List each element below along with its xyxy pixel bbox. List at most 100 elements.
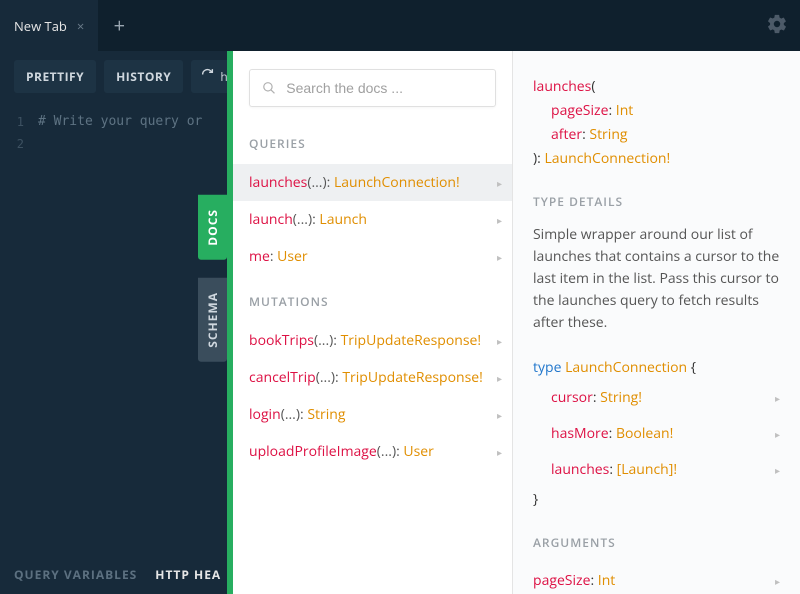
query-return-type: Launch	[319, 210, 367, 229]
tab-new[interactable]: New Tab ×	[0, 0, 98, 51]
chevron-right-icon: ▸	[775, 574, 780, 588]
chevron-right-icon: ▸	[775, 422, 780, 446]
type-definition: type LaunchConnection { cursor: String! …	[533, 356, 780, 512]
chevron-right-icon: ▸	[775, 458, 780, 482]
type-field-hasmore[interactable]: hasMore: Boolean! ▸	[533, 416, 780, 452]
http-headers-tab[interactable]: HTTP HEA	[155, 566, 221, 583]
type-name: LaunchConnection	[565, 358, 687, 377]
mutation-return-type: String	[307, 405, 345, 424]
sig-name: launches	[533, 77, 591, 96]
chevron-right-icon: ▸	[497, 371, 502, 385]
mutation-row-booktrips[interactable]: bookTrips(...): TripUpdateResponse! ▸	[233, 322, 512, 359]
docs-panel: QUERIES launches(...): LaunchConnection!…	[227, 51, 800, 594]
query-args: (...)	[293, 210, 312, 229]
mutation-return-type: TripUpdateResponse!	[341, 331, 481, 350]
sig-arg-type: Int	[616, 101, 634, 120]
mutation-row-canceltrip[interactable]: cancelTrip(...): TripUpdateResponse! ▸	[233, 359, 512, 396]
docs-tab[interactable]: DOCS	[198, 195, 227, 260]
colon: :	[333, 331, 340, 350]
chevron-right-icon: ▸	[497, 334, 502, 348]
type-field-cursor[interactable]: cursor: String! ▸	[533, 380, 780, 416]
line-number: 2	[10, 133, 24, 155]
docs-search[interactable]	[249, 69, 496, 107]
field-type: [Launch]!	[617, 460, 677, 479]
gutter: 1 2	[10, 111, 24, 155]
chevron-right-icon: ▸	[497, 408, 502, 422]
field-type: String!	[600, 388, 642, 407]
close-icon[interactable]: ×	[77, 17, 84, 35]
colon: :	[608, 101, 615, 120]
mutation-name: cancelTrip	[249, 368, 316, 387]
type-detail-content: launches( pageSize: Int after: String ):…	[513, 51, 800, 594]
type-open-brace: {	[687, 358, 696, 377]
mutation-args: (...)	[281, 405, 300, 424]
search-wrap	[233, 51, 512, 127]
arg-type: Int	[598, 571, 616, 590]
sig-return-type: LaunchConnection!	[544, 149, 670, 168]
search-input[interactable]	[286, 80, 483, 96]
chevron-right-icon: ▸	[497, 445, 502, 459]
query-return-type: LaunchConnection!	[334, 173, 460, 192]
schema-tab[interactable]: SCHEMA	[198, 278, 227, 362]
type-field-launches[interactable]: launches: [Launch]! ▸	[533, 452, 780, 488]
chevron-right-icon: ▸	[775, 386, 780, 410]
query-row-launches[interactable]: launches(...): LaunchConnection! ▸	[233, 164, 512, 201]
mutation-name: uploadProfileImage	[249, 442, 377, 461]
prettify-button[interactable]: PRETTIFY	[14, 60, 96, 93]
chevron-right-icon: ▸	[497, 176, 502, 190]
mutation-args: (...)	[314, 331, 333, 350]
field-name: cursor	[551, 388, 593, 407]
mutation-args: (...)	[316, 368, 335, 387]
refresh-icon	[201, 68, 214, 85]
mutation-args: (...)	[377, 442, 396, 461]
tabs: New Tab × +	[0, 0, 140, 51]
query-args: (...)	[307, 173, 326, 192]
field-name: launches	[551, 460, 609, 479]
tab-label: New Tab	[14, 17, 67, 35]
colon: :	[590, 571, 597, 590]
argument-row-pagesize[interactable]: pageSize: Int ▸	[533, 565, 780, 594]
mutations-heading: MUTATIONS	[233, 275, 512, 322]
query-row-me[interactable]: me: User ▸	[233, 238, 512, 275]
side-tabs: DOCS SCHEMA	[198, 195, 227, 379]
type-description: Simple wrapper around our list of launch…	[533, 224, 780, 334]
line-number: 1	[10, 111, 24, 133]
colon: :	[327, 173, 334, 192]
app-root: New Tab × + PRETTIFY HISTORY ht 1	[0, 0, 800, 594]
new-tab-button[interactable]: +	[98, 12, 140, 39]
search-icon	[262, 80, 276, 96]
query-name: me	[249, 247, 270, 266]
mutation-row-login[interactable]: login(...): String ▸	[233, 396, 512, 433]
type-keyword: type	[533, 358, 561, 377]
chevron-right-icon: ▸	[497, 213, 502, 227]
colon: :	[609, 460, 616, 479]
colon: :	[609, 424, 616, 443]
sig-arg-name: pageSize	[551, 101, 608, 120]
arguments-heading: ARGUMENTS	[533, 534, 780, 551]
history-button[interactable]: HISTORY	[104, 60, 183, 93]
mutation-name: bookTrips	[249, 331, 314, 350]
queries-heading: QUERIES	[233, 127, 512, 164]
field-signature: launches( pageSize: Int after: String ):…	[533, 75, 780, 171]
query-name: launch	[249, 210, 293, 229]
chevron-right-icon: ▸	[497, 250, 502, 264]
query-return-type: User	[277, 247, 307, 266]
sig-arg-type: String	[589, 125, 627, 144]
query-name: launches	[249, 173, 307, 192]
plus-icon: +	[114, 12, 125, 39]
sig-close: ):	[533, 149, 544, 168]
mutation-row-uploadprofileimage[interactable]: uploadProfileImage(...): User ▸	[233, 433, 512, 470]
query-row-launch[interactable]: launch(...): Launch ▸	[233, 201, 512, 238]
type-details-heading: TYPE DETAILS	[533, 193, 780, 210]
docs-left-column: QUERIES launches(...): LaunchConnection!…	[233, 51, 513, 594]
query-variables-tab[interactable]: QUERY VARIABLES	[14, 566, 137, 583]
field-name: hasMore	[551, 424, 609, 443]
sig-open-paren: (	[591, 77, 595, 96]
sig-arg-name: after	[551, 125, 582, 144]
type-close-brace: }	[533, 488, 780, 512]
docs-right-column: launches( pageSize: Int after: String ):…	[513, 51, 800, 594]
gear-icon	[766, 13, 788, 35]
mutation-name: login	[249, 405, 281, 424]
settings-button[interactable]	[766, 13, 788, 40]
code-placeholder: # Write your query or	[38, 111, 202, 133]
